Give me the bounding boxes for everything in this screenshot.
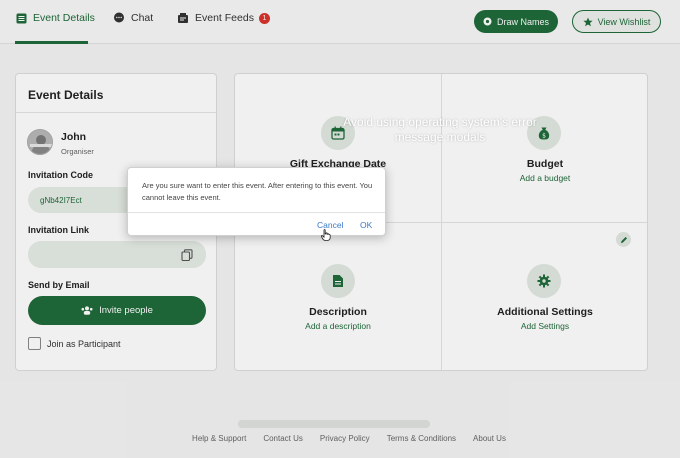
dialog-ok-button[interactable]: OK <box>360 220 372 230</box>
hand-cursor-icon <box>320 228 331 241</box>
confirm-dialog: Are you sure want to enter this event. A… <box>127 167 386 236</box>
dialog-message: Are you sure want to enter this event. A… <box>142 181 373 202</box>
divider <box>128 212 385 213</box>
caption-text: Avoid using operating system's error mes… <box>343 115 537 144</box>
